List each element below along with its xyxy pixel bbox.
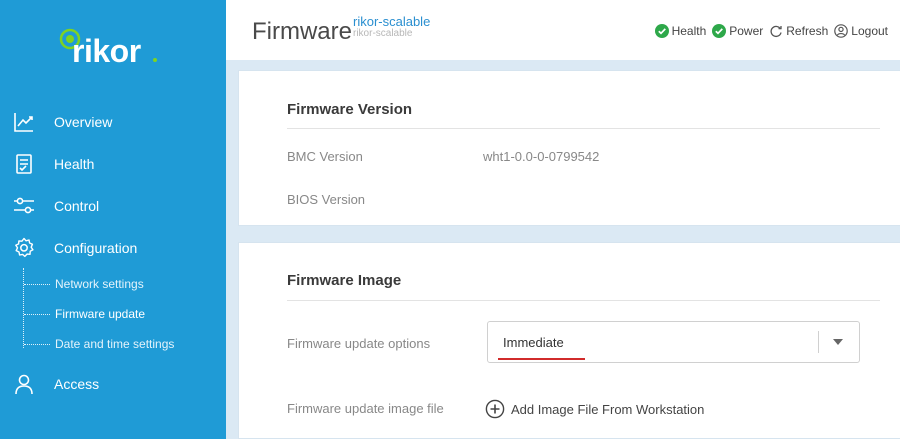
logout-label: Logout xyxy=(851,24,888,38)
sidebar-subitem-label: Firmware update xyxy=(55,307,146,321)
chevron-down-icon[interactable] xyxy=(833,339,843,345)
sidebar-subitem-label: Date and time settings xyxy=(55,337,175,351)
firmware-version-panel: Firmware Version BMC Version wht1-0.0-0-… xyxy=(238,70,900,226)
sidebar-item-configuration[interactable]: Configuration xyxy=(0,230,226,266)
user-icon xyxy=(12,372,36,396)
sidebar-item-health[interactable]: Health xyxy=(0,146,226,182)
chart-line-icon xyxy=(12,110,36,134)
sidebar-item-control[interactable]: Control xyxy=(0,188,226,224)
firmware-image-panel: Firmware Image Firmware update options I… xyxy=(238,242,900,439)
svg-text:rikor: rikor xyxy=(72,33,141,69)
sidebar-item-label: Control xyxy=(54,198,100,214)
check-circle-icon xyxy=(654,24,669,38)
refresh-button[interactable]: Refresh xyxy=(769,24,828,38)
gear-icon xyxy=(12,236,36,260)
bios-version-label: BIOS Version xyxy=(287,192,366,207)
host-name: rikor-scalable xyxy=(353,14,431,29)
logout-button[interactable]: Logout xyxy=(834,24,888,38)
power-status-label: Power xyxy=(729,24,764,38)
image-file-label: Firmware update image file xyxy=(287,401,444,416)
divider xyxy=(287,300,880,301)
add-image-file-button[interactable]: Add Image File From Workstation xyxy=(485,399,704,419)
spellcheck-underline xyxy=(498,358,585,360)
host-name-subtitle: rikor-scalable xyxy=(353,28,413,39)
refresh-label: Refresh xyxy=(786,24,829,38)
update-options-select[interactable]: Immediate xyxy=(487,321,860,363)
sidebar-item-label: Access xyxy=(54,376,100,392)
health-status-button[interactable]: Health xyxy=(654,24,707,38)
sidebar: rikor Overview Health Control Configurat… xyxy=(0,0,226,439)
plus-circle-icon xyxy=(485,399,505,419)
sidebar-subitem-label: Network settings xyxy=(55,277,144,291)
update-options-label: Firmware update options xyxy=(287,336,431,351)
bmc-version-label: BMC Version xyxy=(287,149,363,164)
select-separator xyxy=(818,331,819,353)
health-status-label: Health xyxy=(671,24,707,38)
page-title: Firmware xyxy=(252,18,352,45)
rikor-logo[interactable]: rikor xyxy=(48,20,168,80)
power-status-button[interactable]: Power xyxy=(712,24,763,38)
sidebar-item-access[interactable]: Access xyxy=(0,366,226,402)
refresh-icon xyxy=(770,25,782,38)
sidebar-item-label: Health xyxy=(54,156,95,172)
top-header: Firmware rikor-scalable rikor-scalable H… xyxy=(226,0,900,60)
sidebar-item-overview[interactable]: Overview xyxy=(0,104,226,140)
sidebar-subitem-network-settings[interactable]: Network settings xyxy=(0,271,226,297)
check-circle-icon xyxy=(712,24,727,38)
section-title: Firmware Version xyxy=(287,101,413,118)
section-title: Firmware Image xyxy=(287,272,402,289)
clipboard-check-icon xyxy=(12,152,36,176)
divider xyxy=(287,128,880,129)
sidebar-item-label: Configuration xyxy=(54,240,138,256)
bmc-version-value: wht1-0.0-0-0799542 xyxy=(483,149,600,164)
user-circle-icon xyxy=(834,24,849,38)
sidebar-subitem-date-time-settings[interactable]: Date and time settings xyxy=(0,331,226,357)
main-content: Firmware Version BMC Version wht1-0.0-0-… xyxy=(226,60,900,439)
sliders-icon xyxy=(12,194,36,218)
app-window: rikor Overview Health Control Configurat… xyxy=(0,0,900,439)
sidebar-item-label: Overview xyxy=(54,114,113,130)
sidebar-subitem-firmware-update[interactable]: Firmware update xyxy=(0,301,226,327)
update-options-selected-value: Immediate xyxy=(503,335,564,350)
header-actions: Health Power Refresh Logout xyxy=(654,24,888,38)
add-image-file-label: Add Image File From Workstation xyxy=(511,401,705,417)
